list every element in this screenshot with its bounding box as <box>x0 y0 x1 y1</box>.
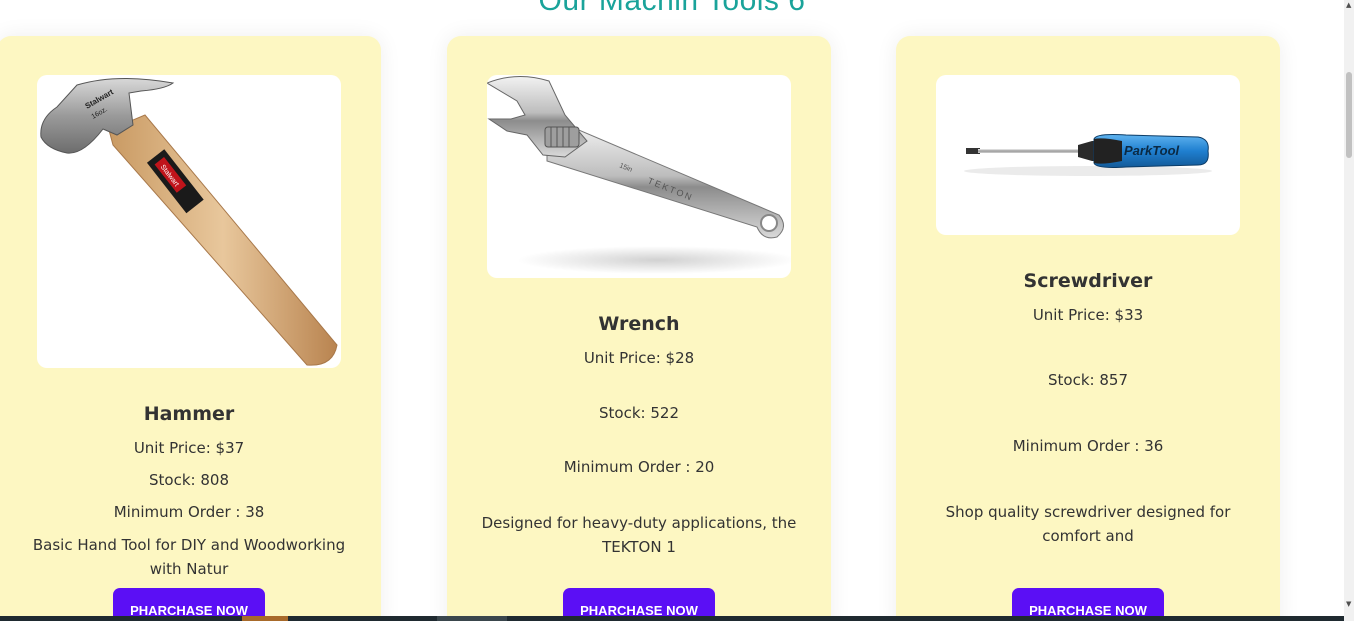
unit-price: Unit Price: $37 <box>133 439 245 457</box>
stock: Stock: 808 <box>149 471 229 489</box>
stock: Stock: 857 <box>1048 371 1128 389</box>
minimum-order: Minimum Order : 36 <box>1012 437 1164 455</box>
product-description: Basic Hand Tool for DIY and Woodworking … <box>32 536 346 578</box>
vertical-scrollbar[interactable]: ▲ ▼ <box>1344 0 1354 621</box>
scroll-down-arrow-icon[interactable]: ▼ <box>1346 600 1351 608</box>
product-card-hammer: Stalwart Stalwart 16oz. Hammer Unit Pric… <box>0 36 381 621</box>
minimum-order: Minimum Order : 20 <box>563 458 715 476</box>
screwdriver-image: ParkTool <box>936 75 1240 235</box>
product-description: Shop quality screwdriver designed for co… <box>945 503 1231 545</box>
hammer-image: Stalwart Stalwart 16oz. <box>37 75 341 368</box>
taskbar-item[interactable] <box>437 616 507 621</box>
product-name: Hammer <box>143 403 235 425</box>
scroll-thumb[interactable] <box>1346 72 1352 158</box>
product-name: Screwdriver <box>1023 270 1153 292</box>
product-description: Designed for heavy-duty applications, th… <box>481 514 797 556</box>
taskbar-item[interactable] <box>242 616 288 621</box>
stock: Stock: 522 <box>599 404 679 422</box>
minimum-order: Minimum Order : 38 <box>113 503 265 521</box>
hammer-icon: Stalwart Stalwart 16oz. <box>40 78 338 366</box>
scroll-up-arrow-icon[interactable]: ▲ <box>1346 1 1351 9</box>
svg-text:ParkTool: ParkTool <box>1124 143 1180 158</box>
wrench-image: TEKTON 15in <box>487 75 791 278</box>
taskbar <box>0 616 1344 621</box>
wrench-icon: TEKTON 15in <box>487 75 791 274</box>
unit-price: Unit Price: $28 <box>583 349 695 367</box>
unit-price: Unit Price: $33 <box>1032 306 1144 324</box>
screwdriver-icon: ParkTool <box>964 134 1212 176</box>
product-card-screwdriver: ParkTool Screwdriver Unit Price: $33 Sto… <box>896 36 1280 621</box>
product-name: Wrench <box>598 313 680 335</box>
section-title: Our Machin Tools 6 <box>538 0 806 17</box>
product-card-wrench: TEKTON 15in Wrench Unit Price: $28 Stock… <box>447 36 831 621</box>
